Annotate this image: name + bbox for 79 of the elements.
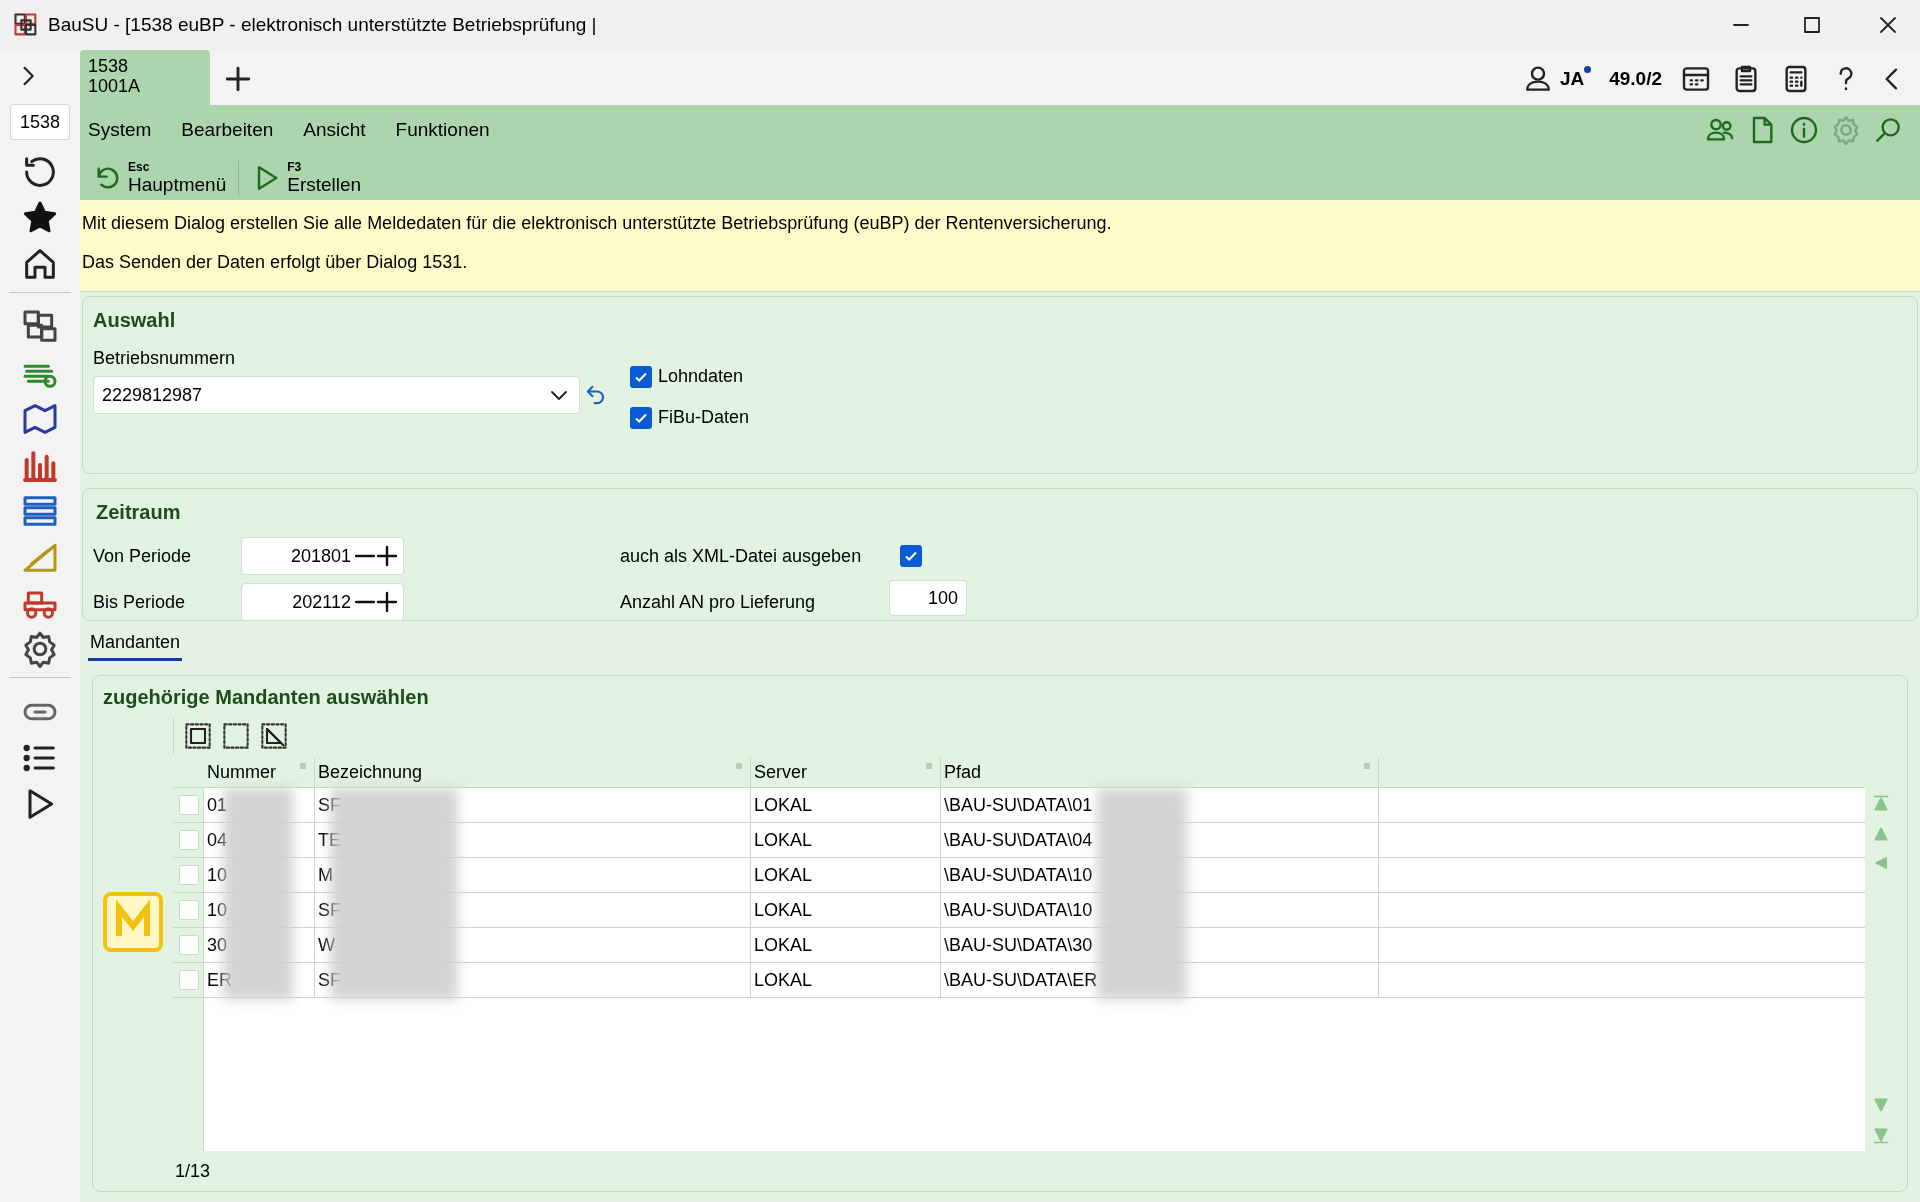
table-cell-text: SF xyxy=(318,898,341,922)
panel-title: Auswahl xyxy=(93,308,177,333)
column-header[interactable]: Pfad xyxy=(944,759,982,786)
dialog-number-field[interactable]: 1538 xyxy=(10,104,70,140)
field-label: Bis Periode xyxy=(93,590,187,614)
table-cell-text: W xyxy=(318,933,335,957)
column-header[interactable]: Server xyxy=(754,759,807,786)
table-cell-text: LOKAL xyxy=(754,828,813,852)
company-number-dropdown[interactable]: 2229812987 xyxy=(93,376,580,414)
table-cell-text: SF xyxy=(318,793,341,817)
checkbox[interactable] xyxy=(178,830,199,850)
resize-handle[interactable] xyxy=(736,763,742,769)
field-label: auch als XML-Datei ausgeben xyxy=(620,544,863,568)
module-m-icon xyxy=(103,891,163,952)
select-all-icon[interactable] xyxy=(184,722,212,750)
table-cell-text: \BAU-SU\DATA\10 xyxy=(944,863,1093,887)
period-spinner[interactable]: 202112 xyxy=(241,583,404,621)
table-cell-text: 01 xyxy=(207,793,228,817)
info-icon[interactable] xyxy=(1788,114,1820,146)
table-cell-text: ER xyxy=(207,968,232,992)
panel-title: Zeitraum xyxy=(96,500,182,525)
table-cell-text: TE xyxy=(318,828,341,852)
invert-selection-icon[interactable] xyxy=(260,722,288,750)
select-none-icon[interactable] xyxy=(222,722,250,750)
table-cell-text: LOKAL xyxy=(754,968,813,992)
toolbar-button[interactable]: F3 Erstellen xyxy=(247,161,366,194)
checkbox[interactable] xyxy=(178,795,199,815)
checkbox[interactable] xyxy=(630,406,652,429)
toolbar-button[interactable]: Esc Hauptmenü xyxy=(88,161,231,194)
info-text: Mit diesem Dialog erstellen Sie alle Meldedaten für die elektronisch unterstützte Betriebsprüfung (euBP) der Rentenversicherung. xyxy=(82,212,1113,234)
table-cell-text: 30 xyxy=(207,933,228,957)
checkbox[interactable] xyxy=(178,900,199,920)
minus-icon xyxy=(355,554,375,558)
menu-item[interactable]: Bearbeiten xyxy=(181,115,274,145)
tab[interactable]: 1538 1001A xyxy=(80,50,210,105)
version-text: 49.0/2 xyxy=(1609,66,1662,91)
table-cell-text: \BAU-SU\DATA\01 xyxy=(944,793,1093,817)
plus-icon xyxy=(375,544,399,568)
user-initials: JA xyxy=(1559,66,1585,91)
checkbox-label: FiBu-Daten xyxy=(658,406,750,429)
column-header[interactable]: Nummer xyxy=(207,759,276,786)
checkbox[interactable] xyxy=(178,970,199,990)
field-label: Von Periode xyxy=(93,544,193,568)
column-header[interactable]: Bezeichnung xyxy=(318,759,423,786)
table-cell-text: 04 xyxy=(207,828,228,852)
menu-item[interactable]: Ansicht xyxy=(303,115,366,145)
checkbox[interactable] xyxy=(900,545,922,567)
table-cell-text: M xyxy=(318,863,333,887)
minus-icon xyxy=(355,600,375,604)
table-cell-text: LOKAL xyxy=(754,863,813,887)
menu-item[interactable]: System xyxy=(88,115,152,145)
table-cell-text: SF xyxy=(318,968,341,992)
resize-handle[interactable] xyxy=(1364,763,1370,769)
checkbox[interactable] xyxy=(178,865,199,885)
table-cell-text: \BAU-SU\DATA\04 xyxy=(944,828,1093,852)
menu-item[interactable]: Funktionen xyxy=(395,115,490,145)
table-cell-text: \BAU-SU\DATA\ER xyxy=(944,968,1098,992)
checkbox-label: Lohndaten xyxy=(658,365,744,388)
table-cell-text: LOKAL xyxy=(754,898,813,922)
resize-handle[interactable] xyxy=(300,763,306,769)
plus-icon xyxy=(375,590,399,614)
number-field[interactable]: 100 xyxy=(889,580,967,616)
table-cell-text: \BAU-SU\DATA\10 xyxy=(944,898,1093,922)
field-label: Betriebsnummern xyxy=(93,347,237,370)
table-cell-text: 10 xyxy=(207,863,228,887)
panel-title: zugehörige Mandanten auswählen xyxy=(103,685,430,710)
table-cell-text: LOKAL xyxy=(754,793,813,817)
table-cell-text: \BAU-SU\DATA\30 xyxy=(944,933,1093,957)
resize-handle[interactable] xyxy=(926,763,932,769)
table-cell-text: 10 xyxy=(207,898,228,922)
table-cell-text: LOKAL xyxy=(754,933,813,957)
period-spinner[interactable]: 201801 xyxy=(241,537,404,575)
window-title: BauSU - [1538 euBP - elektronisch unterstützte Betriebsprüfung | xyxy=(48,12,597,37)
section-tab[interactable]: Mandanten xyxy=(88,629,183,661)
checkbox[interactable] xyxy=(630,365,652,388)
record-counter: 1/13 xyxy=(175,1159,211,1183)
checkbox[interactable] xyxy=(178,935,199,955)
info-text: Das Senden der Daten erfolgt über Dialog 1531. xyxy=(82,251,469,273)
field-label: Anzahl AN pro Lieferung xyxy=(620,590,817,614)
